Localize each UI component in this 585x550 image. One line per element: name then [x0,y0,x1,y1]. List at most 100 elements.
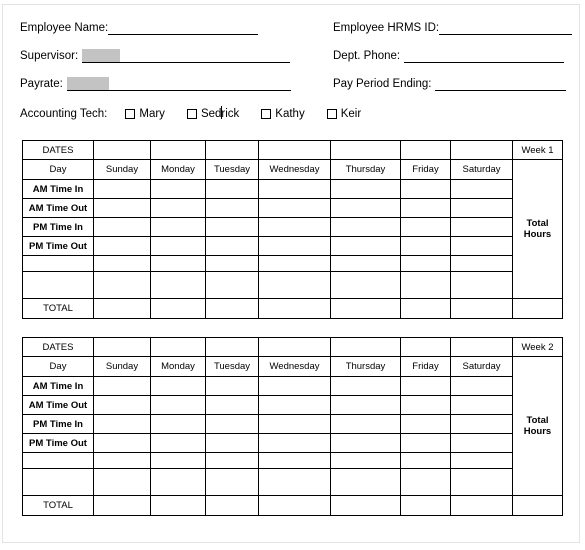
total-cell-tuesday[interactable] [205,298,259,319]
dept-phone-field[interactable]: Dept. Phone: [333,50,565,63]
total-cell-tuesday[interactable] [205,495,259,516]
entry-cell[interactable] [93,271,151,299]
total-cell-thursday[interactable] [330,298,401,319]
entry-cell[interactable] [205,468,259,496]
dates-cell-tuesday[interactable] [205,140,259,160]
employee-name-input[interactable] [108,23,259,35]
checkbox-kathy[interactable] [261,109,272,119]
entry-cell[interactable] [450,376,513,396]
entry-cell[interactable] [330,236,401,256]
entry-cell[interactable] [258,236,331,256]
entry-cell[interactable] [93,198,151,218]
entry-cell[interactable] [93,452,151,469]
dates-cell-thursday[interactable] [330,337,401,357]
dates-cell-sunday[interactable] [93,337,151,357]
supervisor-field[interactable]: Supervisor: [20,49,291,63]
entry-cell[interactable] [258,452,331,469]
entry-cell[interactable] [400,198,451,218]
total-cell-wednesday[interactable] [258,495,331,516]
dates-cell-wednesday[interactable] [258,337,331,357]
entry-cell[interactable] [330,255,401,272]
entry-cell[interactable] [150,468,206,496]
checkbox-sedrick[interactable] [186,109,197,119]
entry-cell[interactable] [450,236,513,256]
entry-cell[interactable] [450,452,513,469]
employee-hrms-id-field[interactable]: Employee HRMS ID: [333,22,573,35]
entry-cell[interactable] [205,433,259,453]
entry-cell[interactable] [93,236,151,256]
entry-cell[interactable] [258,468,331,496]
total-cell-thursday[interactable] [330,495,401,516]
entry-cell[interactable] [150,271,206,299]
entry-cell[interactable] [205,198,259,218]
entry-cell[interactable] [330,414,401,434]
entry-cell[interactable] [205,452,259,469]
entry-cell[interactable] [330,433,401,453]
entry-cell[interactable] [258,395,331,415]
total-hours-value-week-2[interactable] [512,495,563,516]
entry-cell[interactable] [150,414,206,434]
entry-cell[interactable] [93,217,151,237]
accounting-tech-option-keir[interactable]: Keir [326,108,361,120]
payrate-field[interactable]: Payrate: [20,77,291,91]
entry-cell[interactable] [93,468,151,496]
entry-cell[interactable] [450,414,513,434]
dates-cell-wednesday[interactable] [258,140,331,160]
entry-cell[interactable] [258,414,331,434]
entry-cell[interactable] [450,271,513,299]
dates-cell-thursday[interactable] [330,140,401,160]
employee-hrms-id-input[interactable] [439,23,573,35]
entry-cell[interactable] [330,468,401,496]
dept-phone-input[interactable] [404,51,565,63]
accounting-tech-option-sedrick[interactable]: Sedrick [186,106,239,120]
entry-cell[interactable] [258,217,331,237]
accounting-tech-option-kathy[interactable]: Kathy [261,108,305,120]
entry-cell[interactable] [330,452,401,469]
entry-cell[interactable] [400,271,451,299]
checkbox-mary[interactable] [125,109,136,119]
entry-cell[interactable] [450,395,513,415]
entry-cell[interactable] [450,468,513,496]
dates-cell-saturday[interactable] [450,337,513,357]
entry-cell[interactable] [450,217,513,237]
total-cell-friday[interactable] [400,495,451,516]
entry-cell[interactable] [93,255,151,272]
entry-cell[interactable] [330,179,401,199]
dates-cell-monday[interactable] [150,140,206,160]
total-cell-friday[interactable] [400,298,451,319]
entry-cell[interactable] [93,395,151,415]
entry-cell[interactable] [400,433,451,453]
supervisor-input[interactable] [82,49,291,63]
dates-cell-saturday[interactable] [450,140,513,160]
entry-cell[interactable] [150,255,206,272]
entry-cell[interactable] [450,198,513,218]
total-hours-value-week-1[interactable] [512,298,563,319]
dates-cell-sunday[interactable] [93,140,151,160]
entry-cell[interactable] [258,271,331,299]
entry-cell[interactable] [150,179,206,199]
entry-cell[interactable] [400,468,451,496]
entry-cell[interactable] [258,376,331,396]
entry-cell[interactable] [400,179,451,199]
entry-cell[interactable] [330,395,401,415]
entry-cell[interactable] [450,433,513,453]
payrate-input[interactable] [66,77,291,91]
entry-cell[interactable] [330,271,401,299]
entry-cell[interactable] [400,236,451,256]
total-hours-cell-week-1[interactable]: Total Hours [512,159,563,299]
checkbox-keir[interactable] [326,109,337,119]
entry-cell[interactable] [258,255,331,272]
entry-cell[interactable] [330,376,401,396]
dates-cell-tuesday[interactable] [205,337,259,357]
total-hours-cell-week-2[interactable]: Total Hours [512,356,563,496]
entry-cell[interactable] [93,433,151,453]
entry-cell[interactable] [205,395,259,415]
entry-cell[interactable] [400,376,451,396]
entry-cell[interactable] [205,217,259,237]
entry-cell[interactable] [400,452,451,469]
total-cell-monday[interactable] [150,298,206,319]
pay-period-ending-input[interactable] [435,79,567,91]
entry-cell[interactable] [450,179,513,199]
entry-cell[interactable] [150,376,206,396]
entry-cell[interactable] [150,452,206,469]
